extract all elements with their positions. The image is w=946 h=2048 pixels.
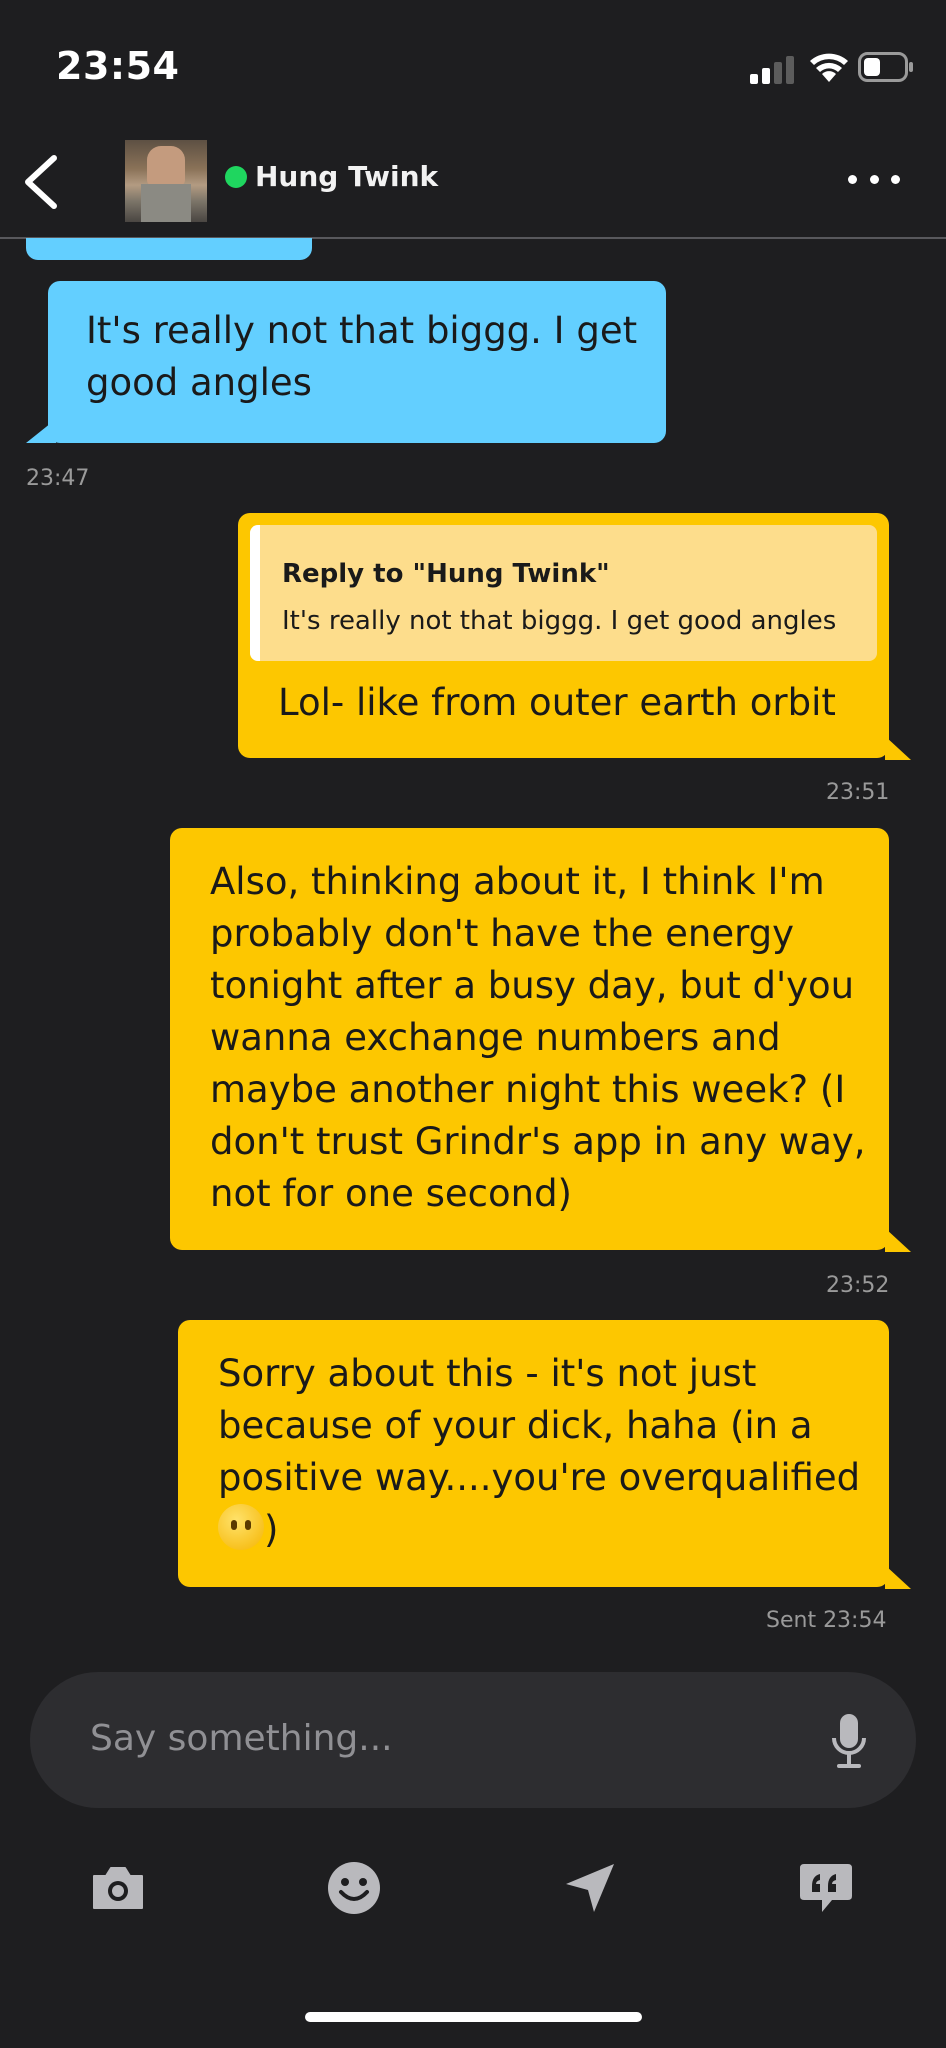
message-status-timestamp: Sent 23:54 bbox=[766, 1608, 887, 1633]
saved-phrases-icon[interactable] bbox=[796, 1858, 856, 1918]
message-input-placeholder: Say something... bbox=[90, 1718, 393, 1759]
message-bubble-partial bbox=[26, 238, 312, 260]
message-timestamp: 23:52 bbox=[826, 1273, 890, 1298]
contact-avatar[interactable] bbox=[125, 140, 207, 222]
microphone-icon[interactable] bbox=[830, 1712, 868, 1770]
contact-name[interactable]: Hung Twink bbox=[255, 160, 438, 193]
message-text: It's really not that biggg. I get good a… bbox=[86, 309, 638, 404]
message-input[interactable]: Say something... bbox=[30, 1672, 916, 1808]
neutral-face-emoji-icon bbox=[218, 1504, 264, 1550]
message-bubble-received[interactable]: It's really not that biggg. I get good a… bbox=[48, 281, 666, 443]
more-options-icon[interactable] bbox=[848, 175, 900, 187]
bubble-tail bbox=[26, 419, 56, 443]
message-text-part: ) bbox=[264, 1508, 279, 1551]
bubble-tail bbox=[885, 1228, 911, 1252]
reply-title: Reply to "Hung Twink" bbox=[282, 559, 610, 589]
message-timestamp: 23:47 bbox=[26, 466, 90, 491]
message-text-part: Sorry about this - it's not just because… bbox=[218, 1352, 861, 1499]
bubble-tail bbox=[885, 1565, 911, 1589]
message-timestamp: 23:51 bbox=[826, 780, 890, 805]
message-bubble-sent[interactable]: Sorry about this - it's not just because… bbox=[178, 1320, 889, 1587]
cellular-signal-icon bbox=[750, 56, 794, 84]
battery-icon bbox=[858, 52, 913, 82]
reply-quote[interactable]: Reply to "Hung Twink" It's really not th… bbox=[250, 525, 877, 661]
emoji-icon[interactable] bbox=[324, 1858, 384, 1918]
location-icon[interactable] bbox=[560, 1858, 620, 1918]
message-bubble-sent[interactable]: Also, thinking about it, I think I'm pro… bbox=[170, 828, 889, 1250]
back-chevron-icon[interactable] bbox=[18, 152, 66, 212]
message-text: Lol- like from outer earth orbit bbox=[278, 681, 836, 724]
home-indicator bbox=[305, 2012, 642, 2022]
reply-excerpt: It's really not that biggg. I get good a… bbox=[282, 606, 837, 636]
camera-icon[interactable] bbox=[88, 1858, 148, 1918]
status-time: 23:54 bbox=[56, 44, 180, 88]
message-bubble-sent-reply[interactable]: Reply to "Hung Twink" It's really not th… bbox=[238, 513, 889, 758]
online-status-dot bbox=[225, 166, 247, 188]
message-text: Sorry about this - it's not just because… bbox=[218, 1348, 868, 1556]
bubble-tail bbox=[885, 736, 911, 760]
wifi-icon bbox=[810, 53, 848, 82]
message-text: Also, thinking about it, I think I'm pro… bbox=[210, 860, 866, 1215]
